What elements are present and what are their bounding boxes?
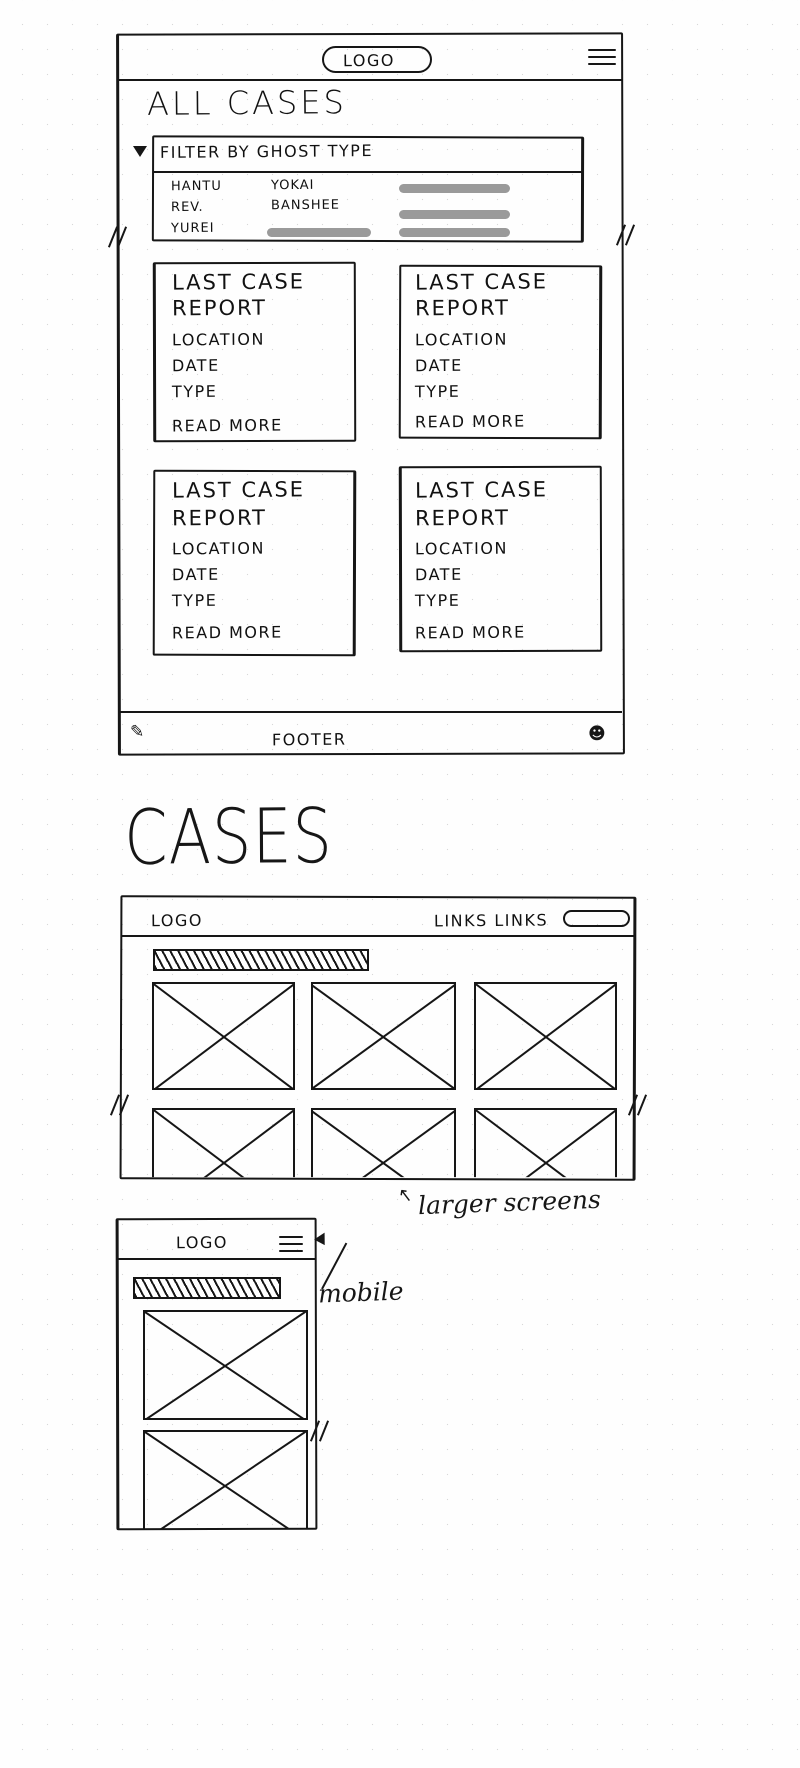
filter-option-hantu[interactable]: HANTU (171, 179, 222, 194)
filter-label: FILTER BY GHOST TYPE (159, 141, 374, 162)
filter-placeholder-bar (267, 228, 371, 237)
card-read-more[interactable]: READ MORE (172, 623, 283, 643)
card-field-date: DATE (414, 355, 463, 376)
hamburger-icon[interactable] (588, 49, 616, 65)
card-field-date: DATE (171, 355, 220, 376)
card-field-type: TYPE (171, 590, 218, 611)
desktop-topbar-divider (122, 935, 634, 937)
pen-nib-icon: ✎ (130, 722, 145, 742)
caret-down-icon[interactable] (133, 146, 147, 157)
mobile-annotation: mobile (317, 1276, 405, 1309)
filter-option-rev[interactable]: REV. (171, 200, 204, 215)
thumbnail[interactable] (143, 1430, 308, 1529)
card-read-more[interactable]: READ MORE (415, 412, 526, 432)
hatched-banner (133, 1277, 281, 1299)
card-read-more[interactable]: READ MORE (415, 623, 526, 643)
thumbnail[interactable] (474, 982, 617, 1090)
card-field-type: TYPE (171, 381, 218, 402)
filter-option-yurei[interactable]: YUREI (171, 221, 215, 236)
card-field-type: TYPE (414, 381, 461, 402)
thumbnail[interactable] (152, 982, 295, 1090)
thumbnail[interactable] (311, 982, 456, 1090)
filter-placeholder-bar (399, 228, 510, 237)
thumbnail[interactable] (152, 1108, 295, 1178)
frame-break-left (109, 1094, 132, 1116)
larger-screens-marker: ↖ (396, 1184, 415, 1207)
hatched-banner (153, 949, 369, 971)
hamburger-icon[interactable] (279, 1236, 303, 1252)
card-title-line1: LAST CASE (414, 269, 549, 295)
card-title-line2: REPORT (171, 505, 268, 531)
card-field-date: DATE (171, 564, 220, 585)
search-pill[interactable] (563, 910, 630, 927)
card-title-line2: REPORT (414, 295, 511, 321)
desktop-links[interactable]: LINKS LINKS (434, 911, 548, 931)
desktop-logo[interactable]: LOGO (151, 911, 203, 930)
frame-break-right (615, 224, 638, 246)
footer-divider (119, 711, 622, 713)
page-title: ALL CASES (146, 83, 347, 123)
card-title-line2: REPORT (414, 505, 511, 531)
card-field-date: DATE (414, 564, 463, 585)
mobile-small-topbar-divider (118, 1258, 315, 1260)
card-title-line1: LAST CASE (171, 269, 306, 295)
frame-break-right (309, 1420, 332, 1442)
section-heading: CASES (124, 791, 334, 883)
topbar-divider (119, 79, 622, 81)
card-title-line1: LAST CASE (171, 477, 306, 503)
filter-placeholder-bar (399, 210, 510, 219)
larger-screens-annotation: larger screens (417, 1184, 602, 1221)
mobile-small-logo[interactable]: LOGO (176, 1233, 228, 1252)
frame-break-right (627, 1094, 650, 1116)
card-field-location: LOCATION (171, 329, 265, 350)
card-field-location: LOCATION (171, 538, 265, 559)
card-title-line2: REPORT (171, 295, 268, 321)
thumbnail[interactable] (143, 1310, 308, 1420)
card-title-line1: LAST CASE (414, 477, 549, 503)
filter-option-yokai[interactable]: YOKAI (271, 178, 315, 193)
filter-label-divider (154, 171, 582, 173)
logo-label: LOGO (342, 50, 396, 71)
card-field-location: LOCATION (414, 329, 508, 350)
card-field-location: LOCATION (414, 538, 508, 559)
ghost-icon: ☻ (588, 724, 606, 744)
filter-option-banshee[interactable]: BANSHEE (271, 198, 340, 214)
card-read-more[interactable]: READ MORE (172, 416, 283, 436)
frame-break-left (107, 226, 130, 248)
filter-placeholder-bar (399, 184, 510, 193)
card-field-type: TYPE (414, 590, 461, 611)
footer-label: FOOTER (271, 729, 347, 750)
